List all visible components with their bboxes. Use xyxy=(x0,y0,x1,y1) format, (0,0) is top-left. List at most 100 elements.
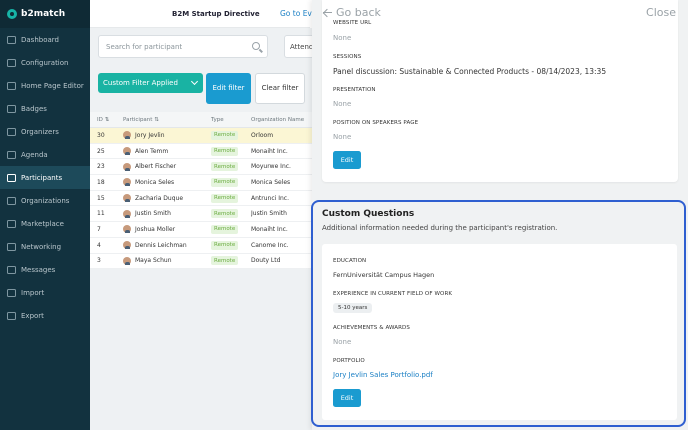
chevron-down-icon xyxy=(190,77,199,86)
sidebar-item-home-page-editor[interactable]: Home Page Editor xyxy=(0,74,90,97)
sidebar-item-export[interactable]: Export xyxy=(0,304,90,327)
table-row[interactable]: 30 Jory Jevlin Remote Orloom xyxy=(90,128,312,144)
portfolio-link[interactable]: Jory Jevlin Sales Portfolio.pdf xyxy=(333,371,433,379)
b2match-logo-icon xyxy=(7,9,17,19)
row-participant[interactable]: Alen Temm xyxy=(116,147,211,156)
row-id: 4 xyxy=(97,241,101,249)
sidebar-item-label: Import xyxy=(21,288,45,297)
row-organization: Monaiht Inc. xyxy=(251,225,288,233)
sidebar-item-agenda[interactable]: Agenda xyxy=(0,143,90,166)
networking-icon xyxy=(7,242,16,251)
sidebar-item-messages[interactable]: Messages xyxy=(0,258,90,281)
type-badge: Remote xyxy=(211,130,239,140)
column-header-organization[interactable]: Organization Name xyxy=(251,117,311,123)
sidebar-item-import[interactable]: Import xyxy=(0,281,90,304)
gears-icon xyxy=(7,58,16,67)
sidebar-item-organizers[interactable]: Organizers xyxy=(0,120,90,143)
table-row[interactable]: 23 Albert Fischer Remote Moyurwe Inc. xyxy=(90,159,312,176)
row-type: Remote xyxy=(211,177,251,187)
brand[interactable]: b2match xyxy=(0,0,90,28)
row-id: 18 xyxy=(97,178,105,186)
row-participant[interactable]: Justin Smith xyxy=(116,209,211,218)
sidebar-item-marketplace[interactable]: Marketplace xyxy=(0,212,90,235)
row-type: Remote xyxy=(211,224,251,234)
row-organization: Antrunci Inc. xyxy=(251,194,289,202)
sidebar-item-label: Home Page Editor xyxy=(21,81,84,90)
row-id: 11 xyxy=(97,210,105,218)
row-type: Remote xyxy=(211,146,251,156)
clear-filter-button[interactable]: Clear filter xyxy=(255,73,305,104)
avatar xyxy=(123,256,131,265)
row-type: Remote xyxy=(211,193,251,203)
sidebar-item-participants[interactable]: Participants xyxy=(0,166,90,189)
custom-questions-subtitle: Additional information needed during the… xyxy=(322,224,558,232)
sidebar-item-label: Networking xyxy=(21,242,62,251)
sidebar-item-label: Marketplace xyxy=(21,219,64,228)
presentation-label: PRESENTATION xyxy=(333,87,376,93)
sidebar-item-networking[interactable]: Networking xyxy=(0,235,90,258)
sidebar-item-label: Messages xyxy=(21,265,56,274)
row-participant[interactable]: Albert Fischer xyxy=(116,162,211,171)
row-type: Remote xyxy=(211,240,251,250)
table-body: 30 Jory Jevlin Remote Orloom 25 Alen Temm Remo… xyxy=(90,128,312,270)
type-badge: Remote xyxy=(211,224,239,234)
position-value: None xyxy=(333,133,352,141)
column-header-id[interactable]: ID ⇅ xyxy=(90,117,116,123)
experience-label: EXPERIENCE IN CURRENT FIELD OF WORK xyxy=(333,291,453,297)
search-input[interactable] xyxy=(106,42,246,51)
table-row[interactable]: 11 Justin Smith Remote Justin Smith xyxy=(90,206,312,223)
filter-select[interactable]: Custom Filter Applied xyxy=(98,73,203,93)
participant-name: Monica Seles xyxy=(135,178,175,186)
sidebar-item-badges[interactable]: Badges xyxy=(0,97,90,120)
custom-questions-title: Custom Questions xyxy=(322,209,415,219)
table-row[interactable]: 25 Alen Temm Remote Monaiht Inc. xyxy=(90,143,312,160)
sidebar-item-label: Organizations xyxy=(21,196,70,205)
sessions-label: SESSIONS xyxy=(333,54,362,60)
go-back-button[interactable]: Go back xyxy=(323,6,381,19)
participants-panel: Attend Custom Filter Applied Edit filter… xyxy=(90,28,312,430)
row-id: 30 xyxy=(97,131,105,139)
badge-icon xyxy=(7,104,16,113)
table-row[interactable]: 3 Maya Schun Remote Douty Ltd xyxy=(90,253,312,270)
avatar xyxy=(123,162,131,171)
edit-filter-button[interactable]: Edit filter xyxy=(206,73,251,104)
row-participant[interactable]: Jory Jevlin xyxy=(116,131,211,140)
close-button[interactable]: Close xyxy=(646,6,676,19)
sidebar-item-configuration[interactable]: Configuration xyxy=(0,51,90,74)
sidebar-item-dashboard[interactable]: Dashboard xyxy=(0,28,90,51)
row-participant[interactable]: Joshua Moller xyxy=(116,225,211,234)
row-participant[interactable]: Zacharia Duque xyxy=(116,194,211,203)
achievements-label: ACHIEVEMENTS & AWARDS xyxy=(333,325,410,331)
row-organization: Monaiht Inc. xyxy=(251,147,288,155)
row-participant[interactable]: Maya Schun xyxy=(116,256,211,265)
sidebar-item-label: Export xyxy=(21,311,44,320)
top-header: B2M Startup Directive Go to Eve xyxy=(90,0,317,28)
row-participant[interactable]: Dennis Leichman xyxy=(116,241,211,250)
go-back-label: Go back xyxy=(336,6,381,19)
row-type: Remote xyxy=(211,209,251,219)
profile-edit-button[interactable]: Edit xyxy=(333,151,361,169)
table-row[interactable]: 7 Joshua Moller Remote Monaiht Inc. xyxy=(90,222,312,238)
row-participant[interactable]: Monica Seles xyxy=(116,178,211,187)
row-type: Remote xyxy=(211,256,251,266)
sidebar: b2match Dashboard Configuration Home Page … xyxy=(0,0,90,430)
search-box[interactable] xyxy=(98,35,268,58)
table-row[interactable]: 15 Zacharia Duque Remote Antrunci Inc. xyxy=(90,190,312,207)
participant-name: Dennis Leichman xyxy=(135,241,187,249)
column-header-type[interactable]: Type xyxy=(211,117,251,123)
education-label: EDUCATION xyxy=(333,258,367,264)
table-row[interactable]: 4 Dennis Leichman Remote Canome Inc. xyxy=(90,237,312,254)
profile-card: WEBSITE URL None SESSIONS Panel discussi… xyxy=(322,0,678,182)
custom-questions-edit-button[interactable]: Edit xyxy=(333,389,361,407)
custom-questions-section: Custom Questions Additional information … xyxy=(311,200,686,427)
sidebar-item-organizations[interactable]: Organizations xyxy=(0,189,90,212)
avatar xyxy=(123,194,131,203)
type-badge: Remote xyxy=(211,162,239,172)
search-icon[interactable] xyxy=(252,42,260,50)
table-row[interactable]: 18 Monica Seles Remote Monica Seles xyxy=(90,175,312,191)
attendance-select[interactable]: Attend xyxy=(284,35,312,58)
participant-name: Joshua Moller xyxy=(135,225,176,233)
import-icon xyxy=(7,288,16,297)
row-id: 23 xyxy=(97,163,105,171)
column-header-participant[interactable]: Participant ⇅ xyxy=(116,117,211,123)
